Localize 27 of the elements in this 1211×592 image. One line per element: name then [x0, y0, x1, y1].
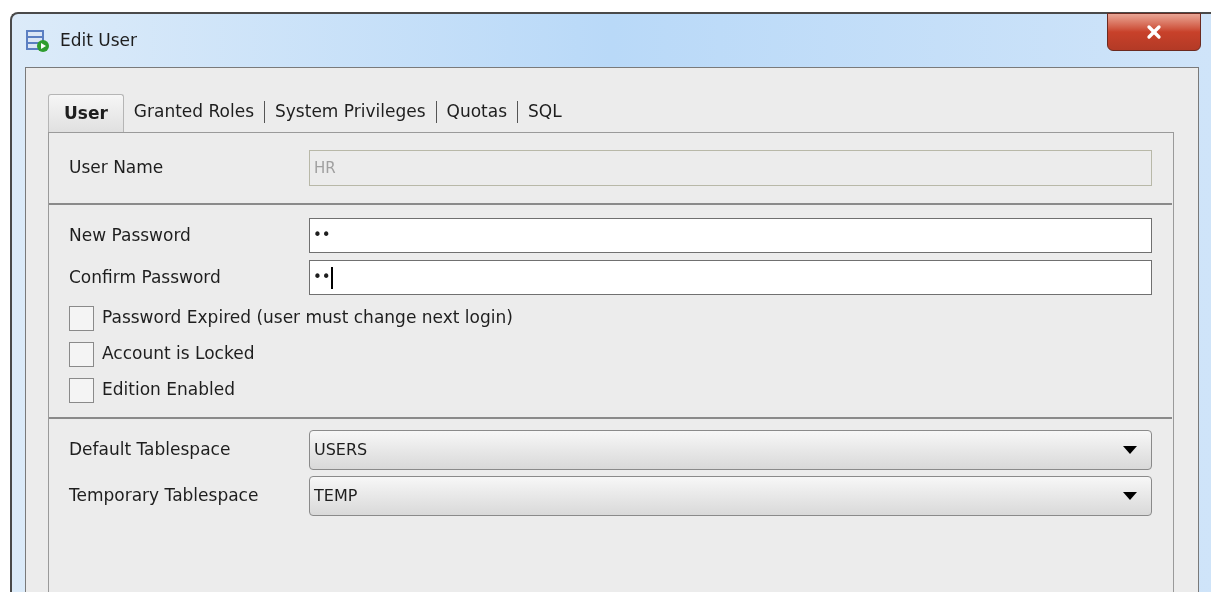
tab[interactable]: Granted Roles	[123, 93, 264, 131]
password-field[interactable]: ••	[309, 218, 1152, 253]
tab[interactable]: Quotas	[436, 93, 518, 131]
dropdown-arrow-icon	[1123, 446, 1137, 454]
checkbox[interactable]	[69, 305, 94, 331]
checkbox[interactable]	[69, 377, 94, 403]
checkbox[interactable]	[69, 341, 94, 367]
tablespace-dropdown[interactable]: TEMP	[309, 476, 1152, 516]
tab[interactable]: SQL	[518, 93, 572, 131]
password-dots: ••	[313, 267, 331, 289]
checkbox-label: Edition Enabled	[102, 378, 235, 402]
tab[interactable]: User	[48, 94, 124, 132]
table-icon	[26, 28, 50, 53]
field-label: Temporary Tablespace	[69, 484, 260, 508]
tablespace-dropdown[interactable]: USERS	[309, 430, 1152, 470]
close-button[interactable]	[1107, 12, 1201, 51]
field-label: User Name	[69, 156, 165, 180]
field-label: New Password	[69, 223, 192, 247]
tab[interactable]: System Privileges	[265, 93, 436, 131]
password-field[interactable]: ••	[309, 260, 1152, 295]
checkbox-label: Password Expired (user must change next login)	[102, 306, 513, 330]
field-label: Confirm Password	[69, 265, 222, 289]
dropdown-arrow-icon	[1123, 492, 1137, 500]
checkbox-label: Account is Locked	[102, 342, 255, 366]
field-label: Default Tablespace	[69, 438, 232, 462]
password-dots: ••	[313, 225, 331, 247]
window-title: Edit User	[60, 28, 138, 52]
